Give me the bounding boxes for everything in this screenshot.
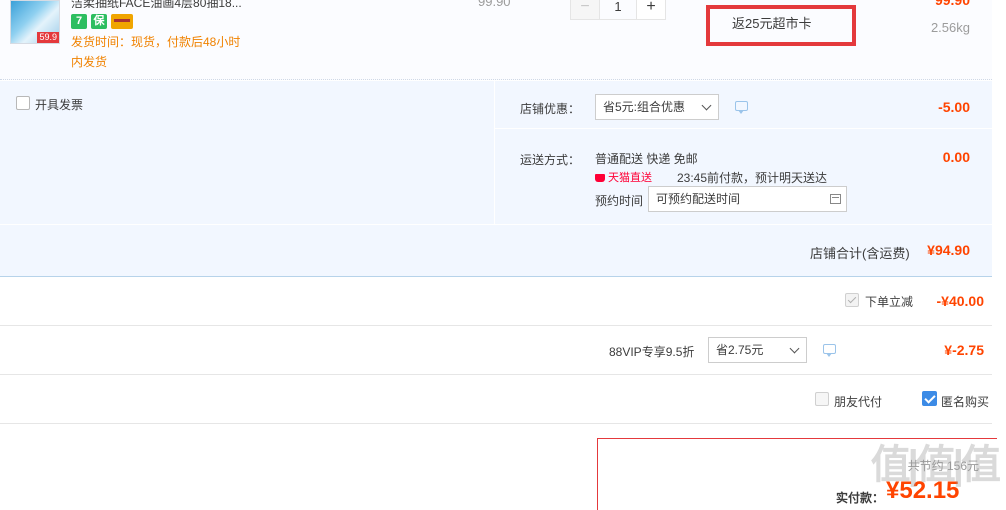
shop-discount-value: 省5元:组合优惠 [603, 100, 686, 114]
product-thumbnail[interactable]: 59.9 [10, 0, 60, 44]
shop-summary-block: 开具发票 店铺优惠： 省5元:组合优惠 -5.00 运送方式： 普通配送 快递 … [0, 81, 992, 277]
shop-discount-amount: -5.00 [938, 99, 970, 115]
credit-card-icon[interactable] [111, 14, 133, 29]
increase-quantity-button[interactable]: + [636, 0, 666, 20]
product-row: 59.9 洁柔抽纸FACE油画4层80抽18... 7 保 发货时间：现货，付款… [0, 0, 992, 80]
vip-discount-amount: ¥-2.75 [944, 342, 984, 358]
item-weight: 2.56kg [930, 20, 970, 35]
divider [0, 325, 992, 326]
delivery-estimate: 23:45前付款，预计明天送达 [677, 171, 828, 185]
instant-discount-checkbox[interactable] [845, 293, 859, 307]
chevron-down-icon [789, 343, 800, 354]
decrease-quantity-button[interactable]: − [570, 0, 600, 20]
divider [494, 81, 495, 224]
item-subtotal: 99.90 [934, 0, 970, 8]
instant-discount-label: 下单立减 [865, 295, 914, 309]
divider [0, 374, 992, 375]
appointment-time-input[interactable]: 可预约配送时间 [648, 186, 847, 212]
ship-time: 发货时间：现货，付款后48小时 内发货 [71, 32, 261, 72]
chevron-down-icon [701, 100, 712, 111]
shop-total-amount: ¥94.90 [927, 242, 970, 258]
shop-total-label: 店铺合计(含运费) [810, 246, 910, 261]
divider [0, 224, 992, 225]
site-watermark: 值|值|值 [870, 443, 1001, 487]
rebate-text: 返25元超市卡 [732, 16, 812, 31]
shop-discount-label: 店铺优惠： [520, 102, 581, 116]
delivery-method: 普通配送 快递 免邮 [595, 152, 698, 166]
calendar-icon [830, 194, 841, 204]
insurance-icon[interactable]: 保 [91, 14, 107, 29]
quantity-input[interactable]: 1 [600, 0, 636, 20]
instant-discount-amount: -¥40.00 [936, 293, 984, 309]
ship-time-line2: 内发货 [71, 55, 108, 69]
divider [0, 423, 992, 424]
delivery-label: 运送方式： [520, 153, 581, 167]
vip-discount-label: 88VIP专享9.5折 [609, 345, 695, 359]
chat-icon[interactable] [735, 101, 748, 114]
friend-pay-checkbox[interactable] [815, 392, 829, 406]
anonymous-label: 匿名购买 [941, 395, 990, 409]
product-title-link[interactable]: 洁柔抽纸FACE油画4层80抽18... [71, 0, 271, 8]
tmall-direct-label: 天猫直送 [608, 172, 652, 184]
rebate-highlight: 返25元超市卡 [706, 5, 856, 46]
tmall-direct-badge: 天猫直送 [595, 169, 652, 185]
vip-discount-select[interactable]: 省2.75元 [708, 337, 807, 363]
quantity-stepper: − 1 + [570, 0, 666, 20]
friend-pay-label: 朋友代付 [834, 395, 883, 409]
pay-label: 实付款： [836, 491, 885, 505]
divider [494, 128, 992, 129]
appointment-placeholder: 可预约配送时间 [656, 192, 741, 206]
invoice-label: 开具发票 [35, 98, 84, 112]
tmall-icon [595, 174, 605, 182]
vip-discount-value: 省2.75元 [716, 343, 764, 357]
invoice-checkbox[interactable] [16, 96, 30, 110]
anonymous-checkbox[interactable] [922, 391, 937, 406]
unit-price: 99.90 [478, 0, 511, 9]
thumbnail-price-tag: 59.9 [37, 32, 59, 43]
chat-icon[interactable] [823, 344, 836, 357]
appointment-label: 预约时间 [595, 194, 644, 208]
seven-day-return-icon[interactable]: 7 [71, 14, 87, 29]
ship-time-line1: 发货时间：现货，付款后48小时 [71, 35, 241, 49]
shop-discount-select[interactable]: 省5元:组合优惠 [595, 94, 719, 120]
delivery-fee: 0.00 [942, 149, 970, 165]
